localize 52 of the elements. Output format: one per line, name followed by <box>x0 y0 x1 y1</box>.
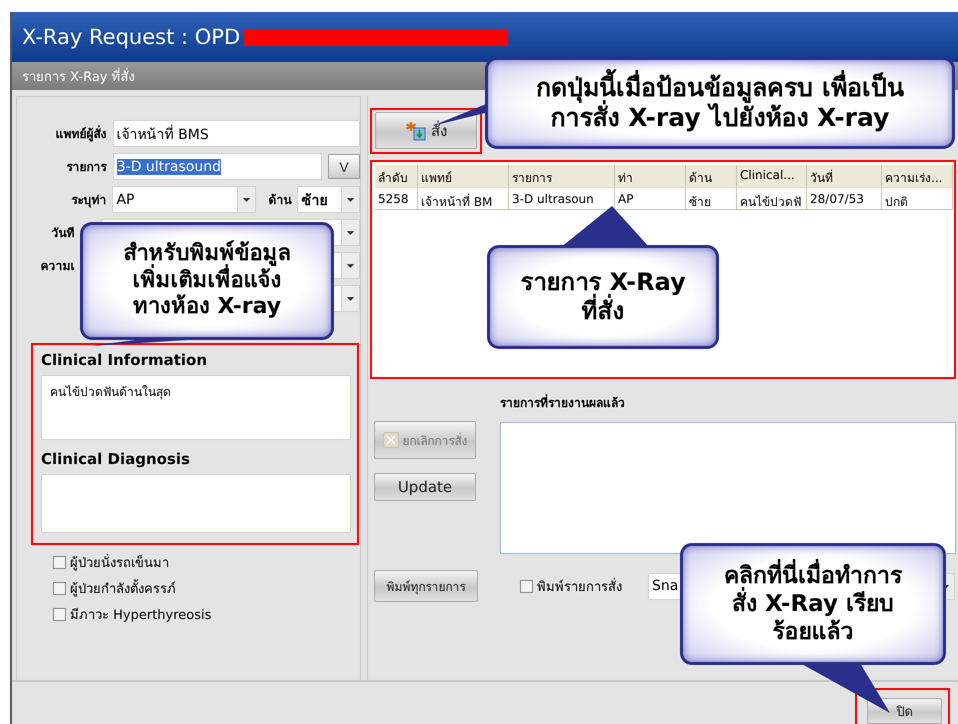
doctor-field[interactable]: เจ้าหน้าที่ BMS <box>112 120 360 147</box>
column-header[interactable]: ลำดับ <box>375 165 418 187</box>
table-cell: เจ้าหน้าที่ BM <box>418 187 509 210</box>
checkbox-label: มีภาวะ Hyperthyreosis <box>70 606 212 624</box>
diagnosis-field[interactable] <box>41 474 351 533</box>
table-cell: AP <box>615 187 686 210</box>
checkbox[interactable] <box>53 608 66 620</box>
checkbox[interactable] <box>520 580 533 592</box>
callout-tooltip: รายการ X-Ray ที่สั่ง <box>487 245 719 349</box>
table-cell: คนไข้ปวดฟั <box>737 187 807 210</box>
cross-icon <box>382 432 398 448</box>
column-header[interactable]: รายการ <box>509 165 615 187</box>
column-header[interactable]: ท่า <box>615 165 686 187</box>
window-title: X-Ray Request : OPD <box>22 25 240 49</box>
table-cell: ซ้าย <box>686 187 737 210</box>
column-header[interactable]: วันที่ <box>807 165 882 187</box>
column-header[interactable]: ด้าน <box>686 165 737 187</box>
section-title: รายการ X-Ray ที่สั่ง <box>22 66 135 86</box>
table-cell: ปกติ <box>882 187 953 210</box>
column-header[interactable]: Clinical... <box>737 165 807 187</box>
order-button[interactable]: สั่ง <box>375 112 477 149</box>
lookup-button[interactable]: V <box>328 154 360 179</box>
clinical-info-field[interactable]: คนไข้ปวดฟันด้านในสุด <box>41 375 351 440</box>
item-field[interactable]: 3-D ultrasound <box>112 153 322 180</box>
field-label: ด้าน <box>267 192 292 209</box>
checkbox[interactable] <box>53 582 66 594</box>
position-dropdown[interactable]: AP <box>112 186 256 213</box>
field-label: รายการ <box>66 159 107 176</box>
field-label: วันที <box>50 225 75 242</box>
checkbox[interactable] <box>53 556 66 568</box>
section-label: รายการที่รายงานผลแล้ว <box>500 393 626 412</box>
checkbox-label: ผู้ป่วยกำลังตั้งครรภ์ <box>70 578 176 598</box>
checkbox-label: พิมพ์รายการสั่ง <box>537 576 622 596</box>
field-label: ความเ <box>40 258 75 275</box>
update-button[interactable]: Update <box>374 473 476 501</box>
print-all-button[interactable]: พิมพ์ทุกรายการ <box>374 570 478 602</box>
side-dropdown[interactable]: ซ้าย <box>297 186 360 213</box>
column-header[interactable]: แพทย์ <box>418 165 509 187</box>
callout-tooltip: คลิกที่นี่เมื่อทำการ สั่ง X-Ray เรียบ ร้อยแล้ว <box>680 543 946 665</box>
close-button[interactable]: ปิด <box>867 698 942 724</box>
reported-list[interactable] <box>500 422 956 554</box>
field-label: แพทย์ผู้สั่ง <box>54 124 107 143</box>
table-cell: 28/07/53 <box>807 187 882 210</box>
field-label: ระบุท่า <box>70 192 106 209</box>
column-header[interactable]: ความเร่ง... <box>882 165 953 187</box>
add-order-icon <box>405 120 427 140</box>
section-label: Clinical Diagnosis <box>41 450 191 468</box>
checkbox-label: ผู้ป่วยนั่งรถเข็นมา <box>70 552 169 572</box>
section-label: Clinical Information <box>41 351 208 369</box>
table-cell: 5258 <box>375 187 418 210</box>
callout-tooltip: สำหรับพิมพ์ข้อมูล เพิ่มเติมเพื่อแจ้ง ทางห้อง X-ray <box>80 222 334 340</box>
callout-tooltip: กดปุ่มนี้เมื่อป้อนข้อมูลครบ เพื่อเป็น การสั่ง X-ray ไปยังห้อง X-ray <box>485 57 955 149</box>
